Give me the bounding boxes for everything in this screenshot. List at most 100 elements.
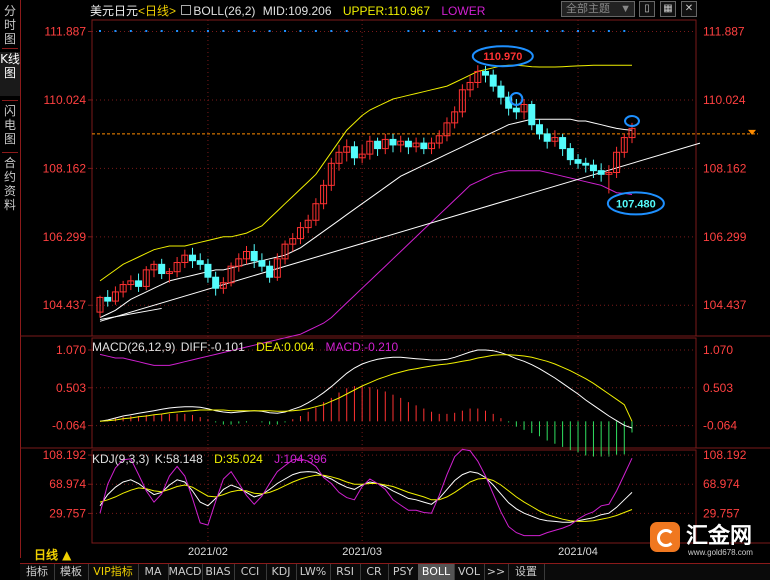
tab-1[interactable]: 模板	[54, 564, 89, 580]
y-tick-label-right: 106.299	[703, 230, 747, 244]
tab-11[interactable]: PSY	[388, 564, 419, 580]
tab-3[interactable]: MA	[138, 564, 169, 580]
signal-dot	[145, 30, 148, 32]
y-tick-label-right: 110.024	[703, 93, 746, 107]
indicator-tab-bar: 指标 模板 VIP指标 MA MACD BIAS CCI KDJ LW% RSI CR PSY BOLL…	[20, 563, 770, 580]
signal-dot	[206, 30, 209, 32]
tab-7[interactable]: KDJ	[266, 564, 297, 580]
candle-body	[350, 146, 358, 159]
signal-dot	[222, 30, 225, 32]
candle-body	[389, 138, 397, 146]
candle-body	[135, 280, 143, 287]
logo-brand: 汇金网	[686, 524, 753, 549]
candle-body	[566, 148, 574, 161]
signal-dot	[160, 30, 163, 32]
tab-14[interactable]: >>	[484, 564, 509, 580]
signal-dot	[284, 30, 287, 32]
signal-dot	[299, 30, 302, 32]
candle-body	[158, 263, 166, 275]
y-tick-label-right: 108.162	[703, 161, 747, 175]
kdj-k-line	[99, 471, 633, 523]
panel-frame	[91, 19, 697, 337]
candle-body	[497, 85, 505, 98]
y-tick-label-left: 108.192	[43, 448, 87, 462]
boll-upper-line	[99, 64, 632, 282]
boll-mid-line	[99, 118, 633, 319]
macd-title: MACD(26,12,9)	[92, 340, 176, 354]
signal-dot	[607, 30, 610, 32]
tab-10[interactable]: CR	[360, 564, 389, 580]
signal-dot	[546, 30, 549, 32]
kdj-title: KDJ(9,3,3)	[92, 452, 150, 466]
x-tick-label: 2021/02	[188, 546, 228, 558]
tab-12[interactable]: BOLL	[418, 564, 455, 580]
signal-dot	[314, 30, 317, 32]
candle-body	[482, 70, 490, 76]
macd-value-label: MACD:-0.210	[325, 340, 399, 354]
macd-diff-label: DIFF:-0.101	[180, 340, 245, 354]
tab-0[interactable]: 指标	[20, 564, 55, 580]
y-tick-label-left: 106.299	[43, 230, 87, 244]
macd-header: MACD(26,12,9) DIFF:-0.101 DEA:0.004 MACD…	[92, 340, 398, 354]
tab-15[interactable]: 设置	[508, 564, 545, 580]
chart-app: 分时图 K线图 闪电图 合约资料 美元日元<日线> BOLL(26,2) MID…	[0, 0, 770, 580]
y-tick-label-left: 104.437	[43, 298, 87, 312]
tab-8[interactable]: LW%	[296, 564, 331, 580]
candle-body	[266, 265, 274, 278]
y-tick-label-left: 0.503	[56, 381, 86, 395]
signal-dot	[345, 30, 348, 32]
y-tick-label-left: 108.162	[43, 161, 87, 175]
signal-dot	[561, 30, 564, 32]
y-tick-label-right: 111.887	[703, 25, 745, 39]
tab-2[interactable]: VIP指标	[88, 564, 139, 580]
signal-dot	[407, 30, 410, 32]
candle-body	[589, 164, 597, 172]
macd-diff-line	[99, 349, 633, 429]
y-tick-label-right: 104.437	[703, 298, 747, 312]
signal-dot	[129, 30, 132, 32]
candle-body	[404, 140, 412, 148]
candle-body	[543, 133, 551, 142]
candle-body	[597, 170, 605, 175]
x-tick-label: 2021/04	[558, 546, 598, 558]
signal-dot	[453, 30, 456, 32]
candle-body	[512, 107, 520, 113]
signal-dot	[330, 30, 333, 32]
period-selector[interactable]: 日线 ▲	[34, 546, 71, 563]
candle-body	[250, 250, 258, 262]
logo-icon	[650, 522, 680, 552]
signal-dot	[253, 30, 256, 32]
trend-line	[99, 142, 701, 322]
tab-5[interactable]: BIAS	[202, 564, 235, 580]
chart-grid: 2021/02 2021/03 2021/04	[20, 19, 770, 558]
y-tick-label-left: 110.024	[44, 93, 87, 107]
signal-dot	[592, 30, 595, 32]
candle-body	[528, 104, 536, 126]
y-tick-label-right: 1.070	[703, 343, 733, 357]
tab-9[interactable]: RSI	[330, 564, 361, 580]
y-tick-label-right: -0.064	[703, 419, 737, 433]
y-tick-label-left: 1.070	[56, 343, 86, 357]
price-panel: 111.887 111.887 110.024 110.024 108.162 108.1…	[43, 25, 758, 366]
signal-dot	[499, 30, 502, 32]
kdj-k-label: K:58.148	[154, 452, 203, 466]
signal-dot	[438, 30, 441, 32]
candle-body	[489, 74, 497, 87]
kdj-j-label: J:104.396	[274, 452, 327, 466]
y-tick-label-right: 0.503	[703, 381, 733, 395]
tab-4[interactable]: MACD	[168, 564, 203, 580]
y-tick-label-left: 68.974	[49, 477, 86, 491]
signal-dot	[530, 30, 533, 32]
x-tick-label: 2021/03	[342, 546, 382, 558]
y-tick-label-right: 68.974	[703, 477, 740, 491]
signal-dot	[484, 30, 487, 32]
macd-dea-label: DEA:0.004	[256, 340, 315, 354]
signal-dot	[515, 30, 518, 32]
candle-body	[574, 159, 582, 164]
logo-url: www.gold678.com	[688, 548, 753, 557]
tab-6[interactable]: CCI	[234, 564, 267, 580]
candle-body	[258, 260, 266, 267]
tab-13[interactable]: VOL	[454, 564, 485, 580]
signal-dot	[268, 30, 271, 32]
signal-dot	[469, 30, 472, 32]
